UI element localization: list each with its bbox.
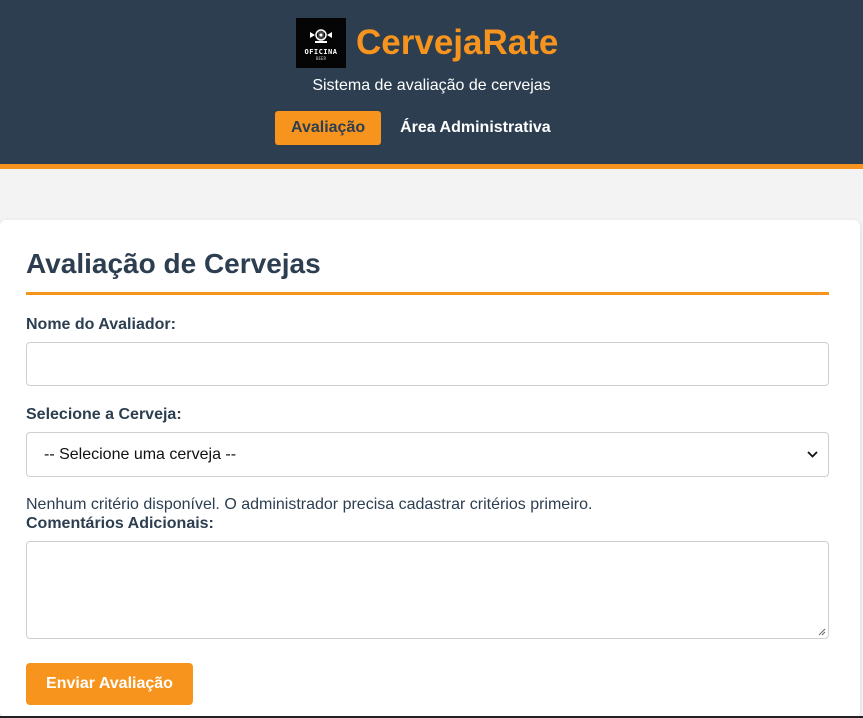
beer-select-value: -- Selecione uma cerveja -- <box>44 445 237 463</box>
logo-emblem-icon <box>310 28 332 43</box>
resize-grip-icon[interactable] <box>818 628 826 636</box>
chevron-down-icon <box>807 451 818 458</box>
page-title: Avaliação de Cervejas <box>26 248 321 279</box>
app-subtitle: Sistema de avaliação de cervejas <box>312 77 551 94</box>
nav-area-administrativa[interactable]: Área Administrativa <box>384 111 567 145</box>
comments-label: Comentários Adicionais: <box>26 515 214 532</box>
main-nav: Avaliação Área Administrativa <box>275 111 567 145</box>
title-divider <box>26 292 829 295</box>
brand-logo: OFICINA BEER <box>296 18 346 68</box>
logo-subtext: BEER <box>315 55 327 61</box>
app-header: OFICINA BEER CervejaRate Sistema de aval… <box>0 0 863 169</box>
submit-evaluation-button[interactable]: Enviar Avaliação <box>26 663 193 705</box>
evaluator-label: Nome do Avaliador: <box>26 316 176 333</box>
evaluator-name-input[interactable] <box>26 342 829 386</box>
beer-select[interactable]: -- Selecione uma cerveja -- <box>26 432 829 477</box>
no-criteria-message: Nenhum critério disponível. O administra… <box>26 496 593 513</box>
beer-select-label: Selecione a Cerveja: <box>26 406 182 423</box>
nav-avaliacao[interactable]: Avaliação <box>275 111 382 145</box>
evaluation-card: Avaliação de Cervejas Nome do Avaliador:… <box>0 220 860 718</box>
comments-textarea[interactable] <box>26 541 829 639</box>
logo-text: OFICINA <box>304 47 338 56</box>
app-title: CervejaRate <box>356 23 559 62</box>
brand: OFICINA BEER CervejaRate <box>296 18 558 68</box>
